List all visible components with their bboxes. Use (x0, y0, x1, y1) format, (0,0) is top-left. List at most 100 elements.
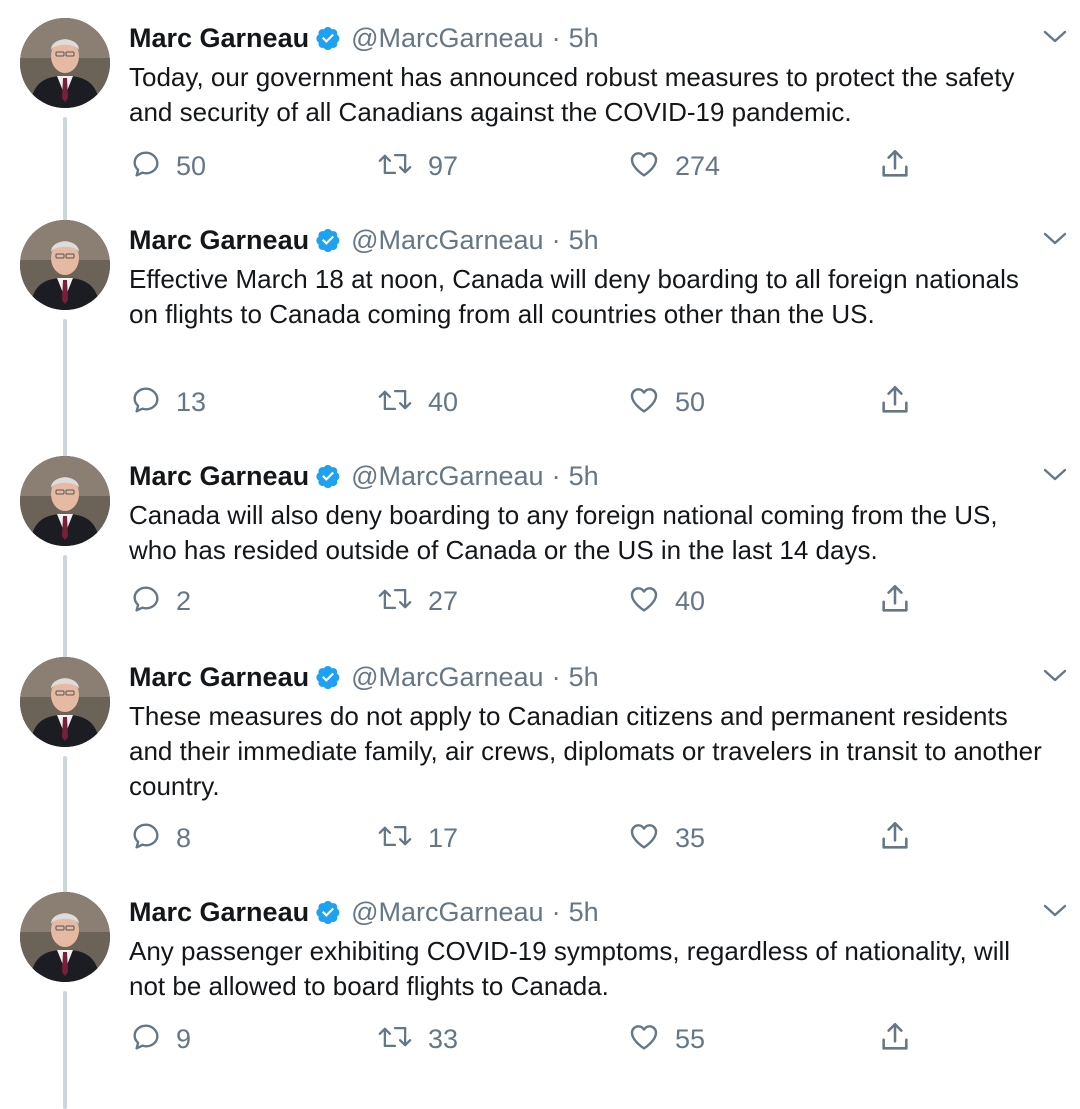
verified-badge-icon (315, 664, 341, 690)
reply-icon (130, 384, 162, 421)
share-button[interactable] (878, 382, 912, 422)
retweet-count: 17 (428, 822, 459, 853)
reply-button[interactable]: 8 (130, 818, 191, 858)
tweet-text: These measures do not apply to Canadian … (129, 701, 1042, 801)
author-name[interactable]: Marc Garneau (129, 662, 309, 693)
timestamp[interactable]: 5h (569, 225, 599, 256)
tweet-text: Canada will also deny boarding to any fo… (129, 500, 998, 565)
avatar[interactable] (20, 456, 110, 546)
like-count: 50 (675, 386, 706, 417)
author-handle[interactable]: @MarcGarneau (351, 662, 543, 693)
like-count: 40 (675, 585, 706, 616)
reply-button[interactable]: 9 (130, 1019, 191, 1059)
tweet-actions: 50 97 274 (130, 146, 930, 186)
tweet-text: Any passenger exhibiting COVID-19 sympto… (129, 936, 1011, 1001)
timestamp[interactable]: 5h (569, 23, 599, 54)
reply-button[interactable]: 13 (130, 382, 206, 422)
like-count: 35 (675, 822, 706, 853)
like-button[interactable]: 55 (627, 1019, 705, 1059)
author-name[interactable]: Marc Garneau (129, 23, 309, 54)
chevron-down-icon[interactable] (1040, 665, 1070, 687)
share-icon (878, 383, 912, 422)
like-button[interactable]: 50 (627, 382, 705, 422)
thread-line (63, 991, 67, 1109)
share-icon (878, 1020, 912, 1059)
author-handle[interactable]: @MarcGarneau (351, 461, 543, 492)
verified-badge-icon (315, 227, 341, 253)
reply-icon (130, 1021, 162, 1058)
reply-count: 9 (176, 1023, 192, 1054)
tweet-text: Effective March 18 at noon, Canada will … (129, 264, 1019, 329)
reply-icon (130, 820, 162, 857)
share-button[interactable] (878, 818, 912, 858)
avatar[interactable] (20, 892, 110, 982)
verified-badge-icon (315, 899, 341, 925)
like-count: 55 (675, 1023, 706, 1054)
share-button[interactable] (878, 1019, 912, 1059)
chevron-down-icon[interactable] (1040, 228, 1070, 250)
separator-dot: · (551, 460, 561, 491)
retweet-count: 33 (428, 1023, 459, 1054)
retweet-button[interactable]: 17 (376, 818, 458, 858)
author-handle[interactable]: @MarcGarneau (351, 897, 543, 928)
verified-badge-icon (315, 463, 341, 489)
like-count: 274 (675, 150, 721, 181)
avatar[interactable] (20, 220, 110, 310)
like-button[interactable]: 40 (627, 581, 705, 621)
chevron-down-icon[interactable] (1040, 900, 1070, 922)
like-button[interactable]: 274 (627, 146, 720, 186)
share-icon (878, 147, 912, 186)
timestamp[interactable]: 5h (569, 897, 599, 928)
share-button[interactable] (878, 581, 912, 621)
retweet-button[interactable]: 40 (376, 382, 458, 422)
share-icon (878, 582, 912, 621)
like-button[interactable]: 35 (627, 818, 705, 858)
retweet-count: 40 (428, 386, 459, 417)
tweet-actions: 8 17 35 (130, 818, 930, 858)
heart-icon (627, 583, 661, 620)
reply-button[interactable]: 2 (130, 581, 191, 621)
chevron-down-icon[interactable] (1040, 464, 1070, 486)
retweet-icon (376, 384, 414, 421)
retweet-button[interactable]: 27 (376, 581, 458, 621)
reply-button[interactable]: 50 (130, 146, 206, 186)
reply-count: 50 (176, 150, 207, 181)
reply-count: 13 (176, 386, 207, 417)
tweet-header: Marc Garneau @MarcGarneau · 5h (129, 18, 599, 58)
retweet-icon (376, 820, 414, 857)
separator-dot: · (551, 896, 561, 927)
thread-line (63, 319, 67, 457)
heart-icon (627, 148, 661, 185)
reply-count: 8 (176, 822, 192, 853)
retweet-icon (376, 1021, 414, 1058)
avatar[interactable] (20, 18, 110, 108)
timestamp[interactable]: 5h (569, 461, 599, 492)
tweet-text: Today, our government has announced robu… (129, 62, 1015, 127)
reply-icon (130, 583, 162, 620)
retweet-icon (376, 583, 414, 620)
verified-badge-icon (315, 25, 341, 51)
tweet-header: Marc Garneau @MarcGarneau · 5h (129, 892, 599, 932)
author-name[interactable]: Marc Garneau (129, 225, 309, 256)
retweet-button[interactable]: 97 (376, 146, 458, 186)
author-name[interactable]: Marc Garneau (129, 461, 309, 492)
thread-line (63, 117, 67, 227)
retweet-icon (376, 148, 414, 185)
timestamp[interactable]: 5h (569, 662, 599, 693)
chevron-down-icon[interactable] (1040, 26, 1070, 48)
separator-dot: · (551, 661, 561, 692)
retweet-button[interactable]: 33 (376, 1019, 458, 1059)
avatar[interactable] (20, 657, 110, 747)
author-handle[interactable]: @MarcGarneau (351, 225, 543, 256)
author-handle[interactable]: @MarcGarneau (351, 23, 543, 54)
reply-count: 2 (176, 585, 192, 616)
tweet-header: Marc Garneau @MarcGarneau · 5h (129, 456, 599, 496)
author-name[interactable]: Marc Garneau (129, 897, 309, 928)
tweet-header: Marc Garneau @MarcGarneau · 5h (129, 220, 599, 260)
heart-icon (627, 384, 661, 421)
separator-dot: · (551, 22, 561, 53)
reply-icon (130, 148, 162, 185)
retweet-count: 97 (428, 150, 459, 181)
share-icon (878, 819, 912, 858)
share-button[interactable] (878, 146, 912, 186)
